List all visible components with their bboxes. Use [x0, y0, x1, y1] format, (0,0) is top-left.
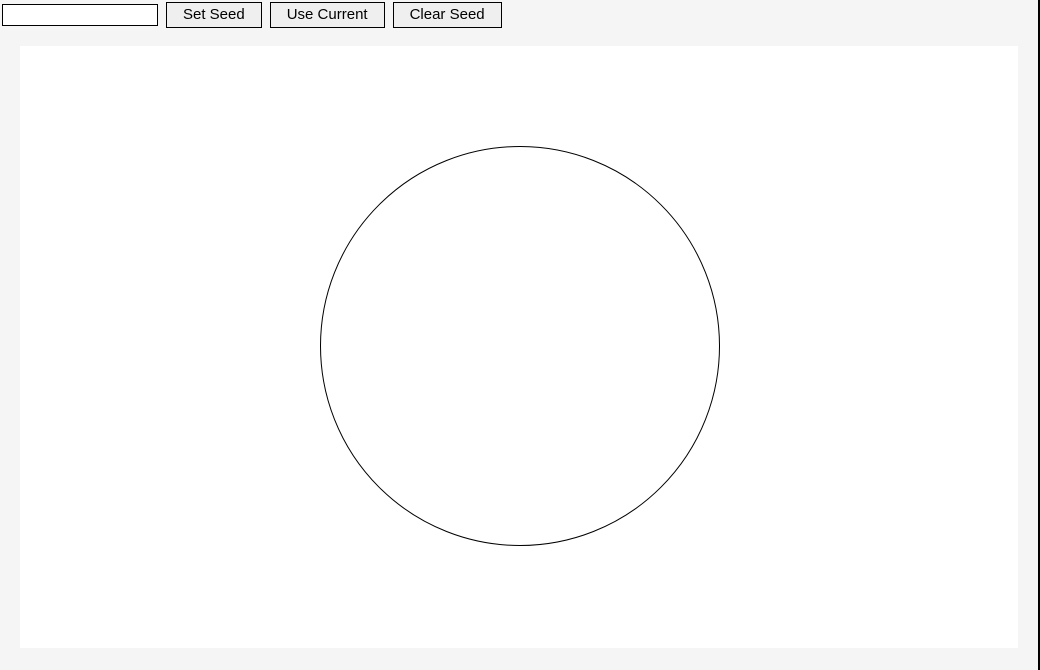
canvas-area: [20, 46, 1018, 648]
seed-toolbar: Set Seed Use Current Clear Seed: [0, 0, 1038, 28]
clear-seed-button[interactable]: Clear Seed: [393, 2, 502, 28]
seed-input[interactable]: [2, 4, 158, 26]
use-current-button[interactable]: Use Current: [270, 2, 385, 28]
set-seed-button[interactable]: Set Seed: [166, 2, 262, 28]
circle-shape: [320, 146, 720, 546]
